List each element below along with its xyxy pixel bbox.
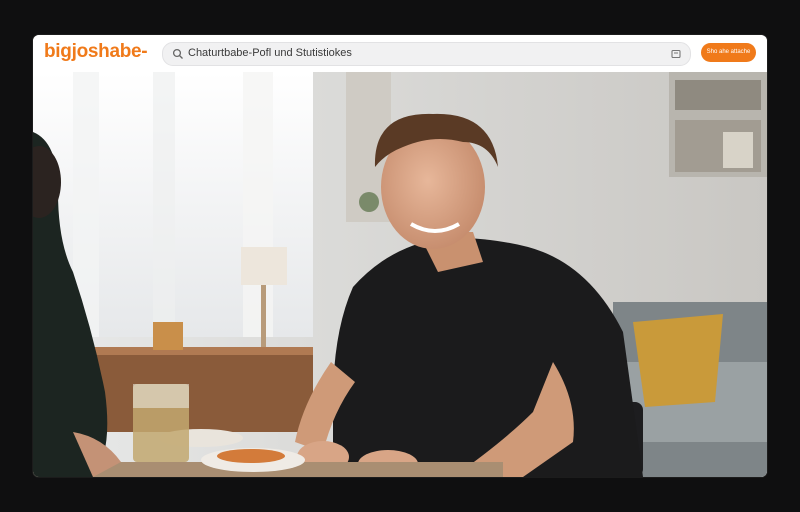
hero-photo: [33, 72, 767, 477]
browser-window: bigjoshabe- Chaturtbabe-Pofl und Stutist…: [33, 35, 767, 477]
bookmark-icon[interactable]: [670, 48, 682, 60]
search-icon: [172, 48, 183, 59]
cushion: [633, 314, 723, 407]
search-bar[interactable]: Chaturtbabe-Pofl und Stutistiokes: [162, 42, 691, 66]
search-input[interactable]: Chaturtbabe-Pofl und Stutistiokes: [188, 47, 352, 59]
sideboard: [93, 352, 313, 432]
lamp: [241, 247, 287, 285]
site-logo[interactable]: bigjoshabe-: [44, 41, 148, 63]
cta-button[interactable]: Sho ahe attache: [701, 43, 756, 62]
top-bar: bigjoshabe- Chaturtbabe-Pofl und Stutist…: [33, 35, 767, 73]
